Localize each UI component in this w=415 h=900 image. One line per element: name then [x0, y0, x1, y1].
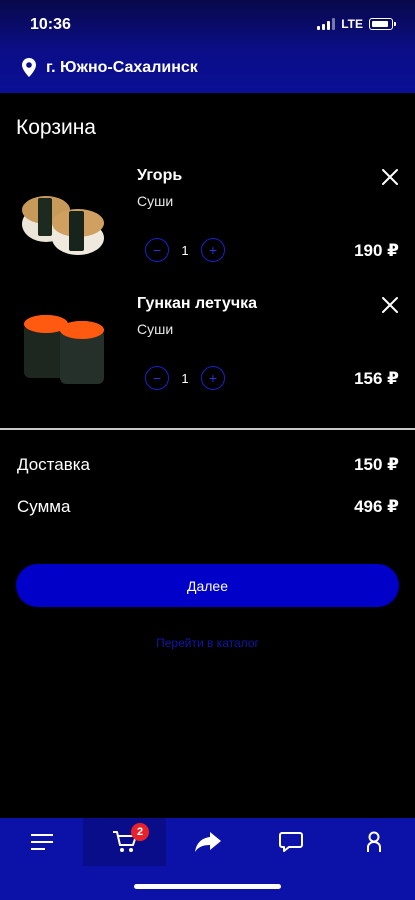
- next-button[interactable]: Далее: [16, 564, 399, 607]
- total-row: Сумма 496 ₽: [17, 497, 399, 517]
- item-category: Суши: [137, 193, 174, 209]
- item-price: 156 ₽: [354, 369, 399, 388]
- profile-icon: [366, 831, 381, 852]
- item-name: Угорь: [137, 167, 183, 184]
- delivery-row: Доставка 150 ₽: [17, 455, 399, 475]
- delivery-label: Доставка: [17, 455, 91, 474]
- nav-menu[interactable]: [0, 818, 83, 866]
- home-indicator: [134, 884, 281, 889]
- cart-item: Гункан летучка Суши − 1 + 156 ₽: [0, 288, 415, 416]
- decrease-button[interactable]: −: [145, 238, 169, 262]
- tobiko-gunkan-image: [24, 315, 104, 384]
- divider: [0, 428, 415, 430]
- cart-item: Угорь Суши − 1 + 190 ₽: [0, 160, 415, 288]
- header: 10:36 LTE г. Южно-Сахалинск: [0, 0, 415, 93]
- hamburger-icon: [30, 834, 53, 850]
- total-value: 496 ₽: [354, 497, 399, 516]
- nav-cart[interactable]: 2: [83, 818, 166, 866]
- status-indicators: LTE: [317, 17, 396, 31]
- nav-profile[interactable]: [332, 818, 415, 866]
- page-title: Корзина: [16, 116, 96, 139]
- item-category: Суши: [137, 321, 174, 337]
- increase-button[interactable]: +: [201, 238, 225, 262]
- network-label: LTE: [341, 17, 363, 31]
- catalog-link[interactable]: Перейти в каталог: [0, 636, 415, 650]
- total-label: Сумма: [17, 497, 71, 516]
- share-arrow-icon: [194, 832, 221, 852]
- location-selector[interactable]: г. Южно-Сахалинск: [22, 58, 198, 77]
- location-city: г. Южно-Сахалинск: [46, 58, 198, 76]
- location-pin-icon: [22, 58, 36, 77]
- item-name: Гункан летучка: [137, 295, 258, 312]
- close-icon[interactable]: [381, 168, 399, 186]
- chat-bubble-icon: [278, 832, 303, 852]
- quantity-stepper: − 1 +: [145, 366, 225, 390]
- quantity-value: 1: [181, 370, 189, 386]
- close-icon[interactable]: [381, 296, 399, 314]
- decrease-button[interactable]: −: [145, 366, 169, 390]
- eel-nigiri-image: [22, 196, 104, 255]
- item-price: 190 ₽: [354, 241, 399, 260]
- quantity-stepper: − 1 +: [145, 238, 225, 262]
- quantity-value: 1: [181, 242, 189, 258]
- cart-badge: 2: [131, 823, 149, 841]
- increase-button[interactable]: +: [201, 366, 225, 390]
- delivery-value: 150 ₽: [354, 455, 399, 474]
- status-time: 10:36: [30, 16, 71, 33]
- status-bar: 10:36 LTE: [0, 0, 415, 50]
- nav-chat[interactable]: [249, 818, 332, 866]
- signal-icon: [317, 18, 336, 30]
- battery-icon: [369, 18, 396, 30]
- nav-share[interactable]: [166, 818, 249, 866]
